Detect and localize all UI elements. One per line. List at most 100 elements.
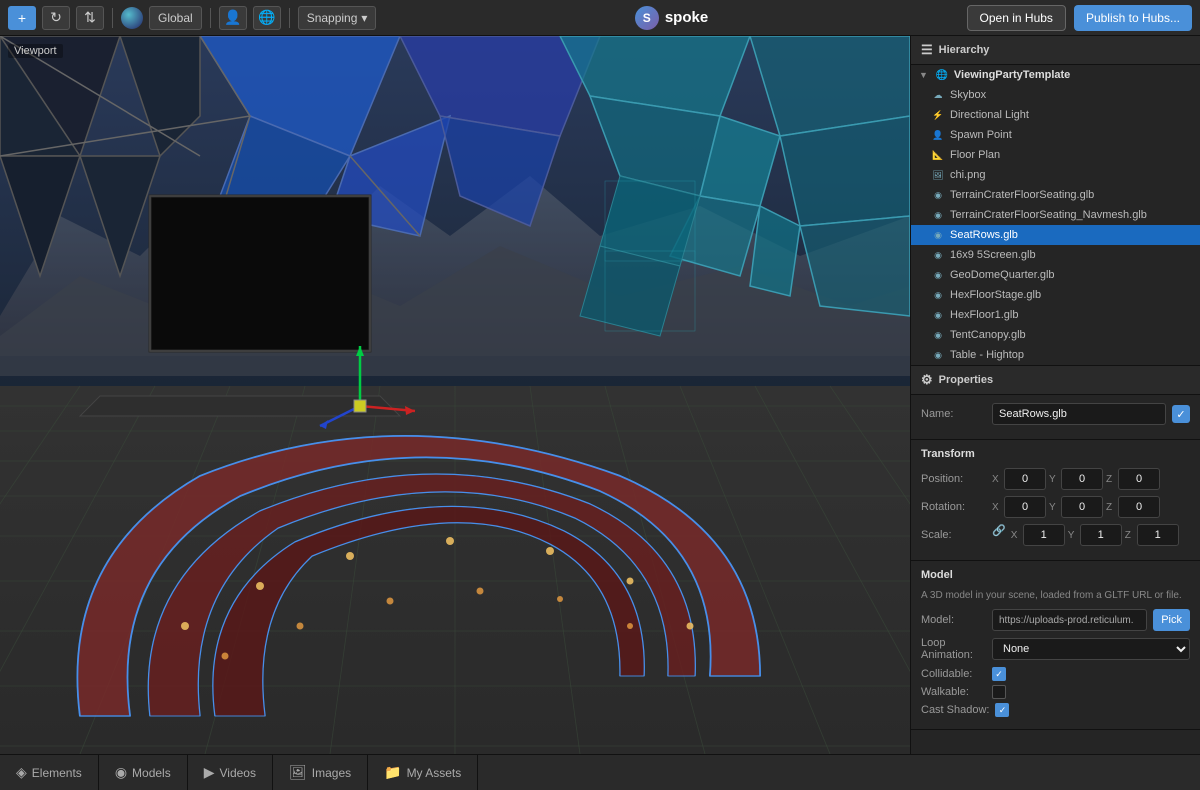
snapping-chevron: ▾ [361, 11, 367, 25]
bottom-tab-elements[interactable]: ◈Elements [0, 755, 99, 790]
position-row: Position: X Y Z [921, 468, 1190, 490]
bottom-tab-models[interactable]: ◉Models [99, 755, 188, 790]
item-label: GeoDomeQuarter.glb [950, 269, 1055, 281]
rot-y-input[interactable] [1061, 496, 1103, 518]
model-url-input[interactable] [992, 609, 1147, 631]
item-label: TerrainCraterFloorSeating.glb [950, 189, 1094, 201]
topbar: + ↻ ⇅ Global 👤 🌐 Snapping ▾ S spoke Open… [0, 0, 1200, 36]
walkable-checkbox[interactable] [992, 685, 1006, 699]
scale-z-input[interactable] [1137, 524, 1179, 546]
seat-rows-selection [78, 436, 761, 716]
collidable-checkbox[interactable]: ✓ [992, 667, 1006, 681]
hierarchy-item-tablehightop[interactable]: ◉Table - Hightop [911, 345, 1200, 365]
item-label: Table - Hightop [950, 349, 1024, 361]
rotation-label: Rotation: [921, 501, 986, 513]
elements-label: Elements [32, 766, 82, 780]
pos-y-input[interactable] [1061, 468, 1103, 490]
hierarchy-item-dirlight[interactable]: ⚡Directional Light [911, 105, 1200, 125]
model-description: A 3D model in your scene, loaded from a … [921, 589, 1190, 603]
rot-x-input[interactable] [1004, 496, 1046, 518]
videos-icon: ▶ [204, 764, 215, 781]
item-icon: 🖼 [931, 168, 945, 182]
scale-xyz: 🔗 X Y Z [992, 524, 1190, 546]
name-section: Name: ✓ [911, 395, 1200, 440]
model-section: Model A 3D model in your scene, loaded f… [911, 561, 1200, 730]
collidable-row: Collidable: ✓ [921, 667, 1190, 681]
pos-x-input[interactable] [1004, 468, 1046, 490]
rot-z-input[interactable] [1118, 496, 1160, 518]
images-label: Images [312, 766, 351, 780]
scene-container [0, 36, 910, 754]
loop-animation-select[interactable]: None [992, 638, 1190, 660]
item-label: 16x9 5Screen.glb [950, 249, 1036, 261]
hierarchy-item-floorplan[interactable]: 📐Floor Plan [911, 145, 1200, 165]
pos-z-input[interactable] [1118, 468, 1160, 490]
item-label: HexFloor1.glb [950, 309, 1018, 321]
history-button[interactable]: ⇅ [76, 6, 104, 30]
divider2 [210, 8, 211, 28]
hierarchy-item-terrain2[interactable]: ◉TerrainCraterFloorSeating_Navmesh.glb [911, 205, 1200, 225]
hierarchy-item-chipng[interactable]: 🖼chi.png [911, 165, 1200, 185]
hierarchy-item-terrain1[interactable]: ◉TerrainCraterFloorSeating.glb [911, 185, 1200, 205]
item-icon: ◉ [931, 328, 945, 342]
visible-checkbox[interactable]: ✓ [1172, 405, 1190, 423]
hierarchy-item-screen[interactable]: ◉ 16x9 5Screen.glb [911, 245, 1200, 265]
videos-label: Videos [220, 766, 256, 780]
rot-z-label: Z [1106, 502, 1116, 513]
user-icon[interactable]: 👤 [219, 6, 247, 30]
right-panel: ☰ Hierarchy ▼🌐ViewingPartyTemplate☁Skybo… [910, 36, 1200, 754]
hierarchy-item-geodome[interactable]: ◉GeoDomeQuarter.glb [911, 265, 1200, 285]
hierarchy-item-hexfloorstage[interactable]: ◉HexFloorStage.glb [911, 285, 1200, 305]
rot-x-label: X [992, 502, 1002, 513]
item-label: HexFloorStage.glb [950, 289, 1041, 301]
scale-x-input[interactable] [1023, 524, 1065, 546]
myassets-label: My Assets [407, 766, 462, 780]
model-title: Model [921, 569, 1190, 581]
bottom-tab-images[interactable]: 🖼Images [273, 755, 368, 790]
hierarchy-item-tentcanopy[interactable]: ◉ TentCanopy.glb [911, 325, 1200, 345]
position-label: Position: [921, 473, 986, 485]
name-input[interactable] [992, 403, 1166, 425]
global-mode-selector[interactable]: Global [149, 6, 202, 30]
item-icon: ◉ [931, 208, 945, 222]
hierarchy-list: ▼🌐ViewingPartyTemplate☁Skybox⚡Directiona… [911, 65, 1200, 365]
refresh-button[interactable]: ↻ [42, 6, 70, 30]
pos-z-label: Z [1106, 474, 1116, 485]
myassets-icon: 📁 [384, 764, 401, 781]
scale-y-input[interactable] [1080, 524, 1122, 546]
cast-shadow-checkbox[interactable]: ✓ [995, 703, 1009, 717]
main-area: Viewport ☰ Hierarchy ▼🌐ViewingPartyTempl… [0, 36, 1200, 754]
model-row: Model: Pick [921, 609, 1190, 631]
bottom-tab-videos[interactable]: ▶ Videos [188, 755, 273, 790]
rotation-xyz: X Y Z [992, 496, 1190, 518]
rot-x-group: X [992, 496, 1046, 518]
logo-icon: S [635, 6, 659, 30]
pick-button[interactable]: Pick [1153, 609, 1190, 631]
open-in-hubs-button[interactable]: Open in Hubs [967, 5, 1066, 31]
hierarchy-item-seatrows[interactable]: ◉SeatRows.glb [911, 225, 1200, 245]
pos-y-group: Y [1049, 468, 1103, 490]
scale-row: Scale: 🔗 X Y Z [921, 524, 1190, 546]
app-logo: S spoke [635, 6, 708, 30]
bottom-tab-myassets[interactable]: 📁 My Assets [368, 755, 478, 790]
loop-animation-row: Loop Animation: None [921, 637, 1190, 661]
divider1 [112, 8, 113, 28]
viewport-label: Viewport [8, 44, 63, 58]
publish-button[interactable]: Publish to Hubs... [1074, 5, 1192, 31]
hierarchy-item-root[interactable]: ▼🌐ViewingPartyTemplate [911, 65, 1200, 85]
hierarchy-item-spawn[interactable]: 👤Spawn Point [911, 125, 1200, 145]
rotation-row: Rotation: X Y Z [921, 496, 1190, 518]
scale-x-label: X [1011, 530, 1021, 541]
add-button[interactable]: + [8, 6, 36, 30]
item-icon: ◉ [931, 248, 945, 262]
loop-animation-label: Loop Animation: [921, 637, 986, 661]
scale-label: Scale: [921, 529, 986, 541]
hierarchy-item-skybox[interactable]: ☁Skybox [911, 85, 1200, 105]
walkable-label: Walkable: [921, 686, 986, 698]
item-label: Spawn Point [950, 129, 1012, 141]
viewport[interactable]: Viewport [0, 36, 910, 754]
snapping-selector[interactable]: Snapping ▾ [298, 6, 377, 30]
globe-icon[interactable]: 🌐 [253, 6, 281, 30]
item-label: TentCanopy.glb [950, 329, 1026, 341]
hierarchy-item-hexfloor1[interactable]: ◉HexFloor1.glb [911, 305, 1200, 325]
